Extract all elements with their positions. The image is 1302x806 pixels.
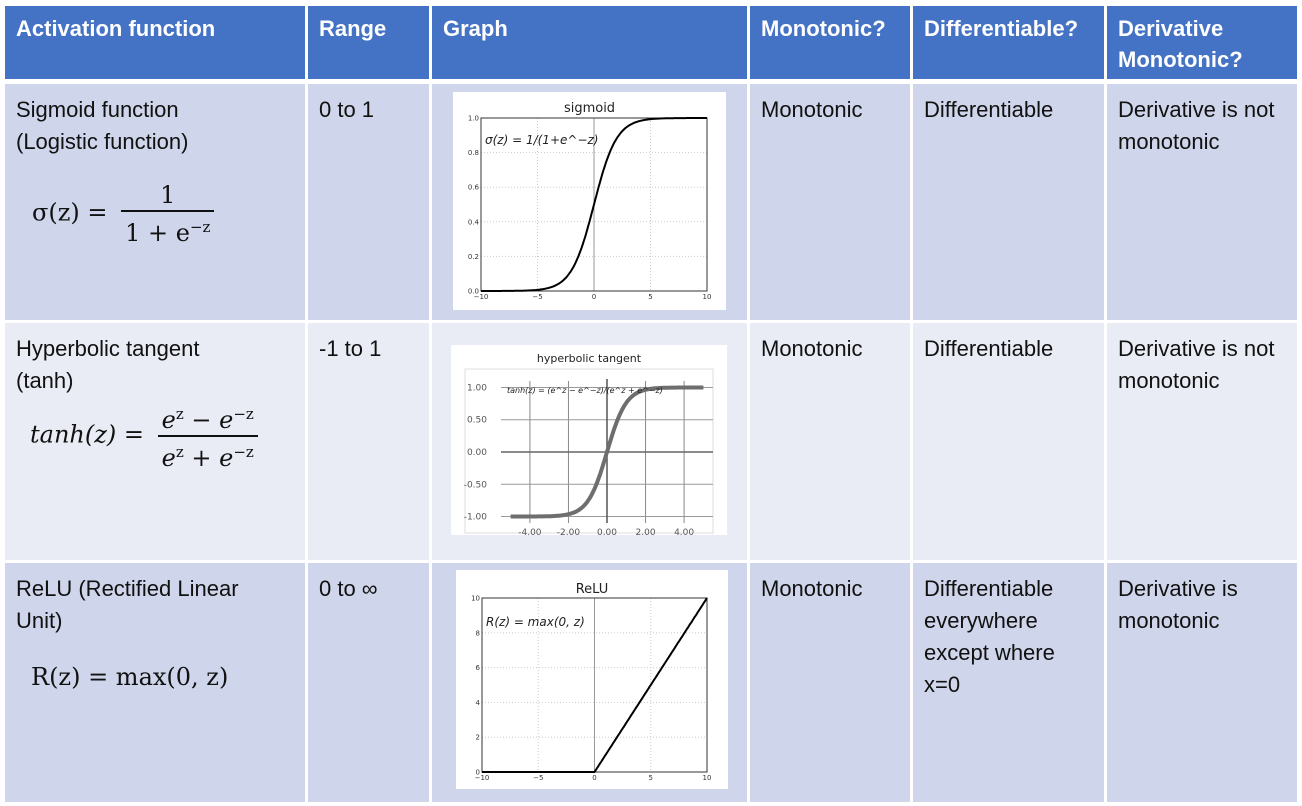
cell-tanh-range: -1 to 1 (308, 323, 429, 560)
relu-chart-svg: ReLU−10 −5 0 5 100246810R(z) = max(0, z) (471, 582, 712, 782)
formula-lhs: tanh(z) = (30, 420, 144, 449)
y-tick-label: 0.4 (468, 218, 480, 226)
y-tick-label: 0 (476, 769, 480, 777)
function-name: ReLU (Rectified Linear Unit) (16, 576, 239, 633)
y-tick-label: -1.00 (464, 513, 488, 523)
cell-sigmoid-monotonic: Monotonic (750, 84, 910, 320)
y-tick-label: 6 (476, 664, 481, 672)
x-tick-label: 4.00 (674, 528, 694, 535)
formula-numerator: ez − e−z (157, 399, 258, 437)
y-tick-label: 0.00 (467, 448, 487, 458)
sigmoid-chart-svg: sigmoid−10 −5 0 5 100.00.20.40.60.81.0σ(z) =… (468, 101, 712, 301)
tanh-chart-svg: hyperbolic tangent -4.00 -2.00 0.00 2.00 4.00… (464, 352, 714, 538)
cell-relu-monotonic: Monotonic (750, 563, 910, 802)
formula-fraction: 1 1 + e−z (121, 180, 215, 248)
cell-tanh-differentiable: Differentiable (913, 323, 1104, 560)
y-tick-label: 8 (476, 629, 480, 637)
y-tick-label: 10 (471, 595, 480, 603)
x-tick-label: −5 (533, 774, 543, 782)
formula-denominator: ez + e−z (161, 443, 254, 472)
cell-relu-range: 0 to ∞ (308, 563, 429, 802)
y-tick-label: -0.50 (464, 480, 488, 490)
cell-sigmoid-range: 0 to 1 (308, 84, 429, 320)
cell-relu-name: ReLU (Rectified Linear Unit) R(z) = max(… (5, 563, 305, 802)
cell-sigmoid-name: Sigmoid function (Logistic function) σ(z… (5, 84, 305, 320)
y-tick-label: 0.6 (468, 184, 480, 192)
formula-lhs: σ(z) = (32, 198, 108, 227)
relu-chart: ReLU −10 −5 0 5 10 0 2 4 6 8 10 R(z) = max(0, z) (456, 570, 728, 789)
sigmoid-formula: σ(z) = 1 1 + e−z (32, 180, 215, 248)
y-tick-label: 4 (476, 699, 481, 707)
chart-annotation: σ(z) = 1/(1+e^−z) (485, 133, 598, 147)
tanh-formula: tanh(z) = ez − e−z ez + e−z (30, 399, 258, 473)
cell-tanh-derivative-monotonic: Derivative is not monotonic (1107, 323, 1297, 560)
denominator-exponent: −z (189, 218, 211, 236)
x-tick-label: 0 (592, 293, 596, 301)
x-tick-label: 5 (649, 774, 653, 782)
cell-sigmoid-differentiable: Differentiable (913, 84, 1104, 320)
header-monotonic: Monotonic? (750, 6, 910, 79)
x-tick-label: -2.00 (557, 528, 581, 535)
y-tick-label: 1.00 (467, 383, 487, 393)
x-tick-label: 5 (648, 293, 652, 301)
cell-relu-graph: ReLU −10 −5 0 5 10 0 2 4 6 8 10 R(z) = max(0, z) (432, 563, 747, 802)
header-graph: Graph (432, 6, 747, 79)
denominator-base: 1 + e (125, 219, 190, 247)
y-tick-label: 0.0 (468, 288, 479, 296)
cell-tanh-monotonic: Monotonic (750, 323, 910, 560)
cell-tanh-name: Hyperbolic tangent (tanh) tanh(z) = ez −… (5, 323, 305, 560)
cell-tanh-graph: hyperbolic tangent -4.00 -2.00 0.00 2.00 4.00… (432, 323, 747, 560)
x-tick-label: -4.00 (518, 528, 542, 535)
header-derivative-monotonic: Derivative Monotonic? (1107, 6, 1297, 79)
x-tick-label: 0.00 (597, 528, 617, 535)
x-tick-label: 2.00 (636, 528, 656, 535)
x-tick-label: −5 (532, 293, 542, 301)
function-name: Sigmoid function (Logistic function) (16, 97, 189, 154)
x-tick-label: 10 (703, 774, 712, 782)
header-activation-function: Activation function (5, 6, 305, 79)
cell-relu-differentiable: Differentiable everywhere except where x… (913, 563, 1104, 802)
header-range: Range (308, 6, 429, 79)
relu-formula: R(z) = max(0, z) (31, 663, 229, 691)
sigmoid-chart: sigmoid −10 −5 0 5 10 0.0 0.2 0.4 0.6 0.8 1.0 σ(z) =… (453, 92, 726, 310)
activation-functions-table: Activation function Range Graph Monotoni… (5, 6, 1297, 802)
function-name: Hyperbolic tangent (tanh) (16, 336, 200, 393)
y-tick-label: 2 (476, 734, 480, 742)
cell-relu-derivative-monotonic: Derivative is monotonic (1107, 563, 1297, 802)
y-tick-label: 1.0 (468, 115, 479, 123)
chart-title: sigmoid (564, 101, 615, 116)
x-tick-label: 0 (592, 774, 596, 782)
y-tick-label: 0.2 (468, 253, 479, 261)
chart-title: ReLU (576, 582, 609, 597)
formula-numerator: 1 (121, 180, 215, 212)
chart-annotation: tanh(z) = (e^z − e^−z)/(e^z + e^−z) (507, 386, 663, 395)
header-differentiable: Differentiable? (913, 6, 1104, 79)
chart-annotation: R(z) = max(0, z) (486, 615, 585, 629)
tanh-chart: hyperbolic tangent -4.00 -2.00 0.00 2.00 4.00… (451, 345, 727, 538)
y-tick-label: 0.8 (468, 149, 479, 157)
cell-sigmoid-graph: sigmoid −10 −5 0 5 10 0.0 0.2 0.4 0.6 0.8 1.0 σ(z) =… (432, 84, 747, 320)
chart-title: hyperbolic tangent (537, 352, 642, 365)
x-tick-label: 10 (703, 293, 712, 301)
y-tick-label: 0.50 (467, 416, 487, 426)
cell-sigmoid-derivative-monotonic: Derivative is not monotonic (1107, 84, 1297, 320)
formula-denominator: 1 + e−z (121, 212, 214, 248)
formula-fraction: ez − e−z ez + e−z (157, 399, 258, 473)
